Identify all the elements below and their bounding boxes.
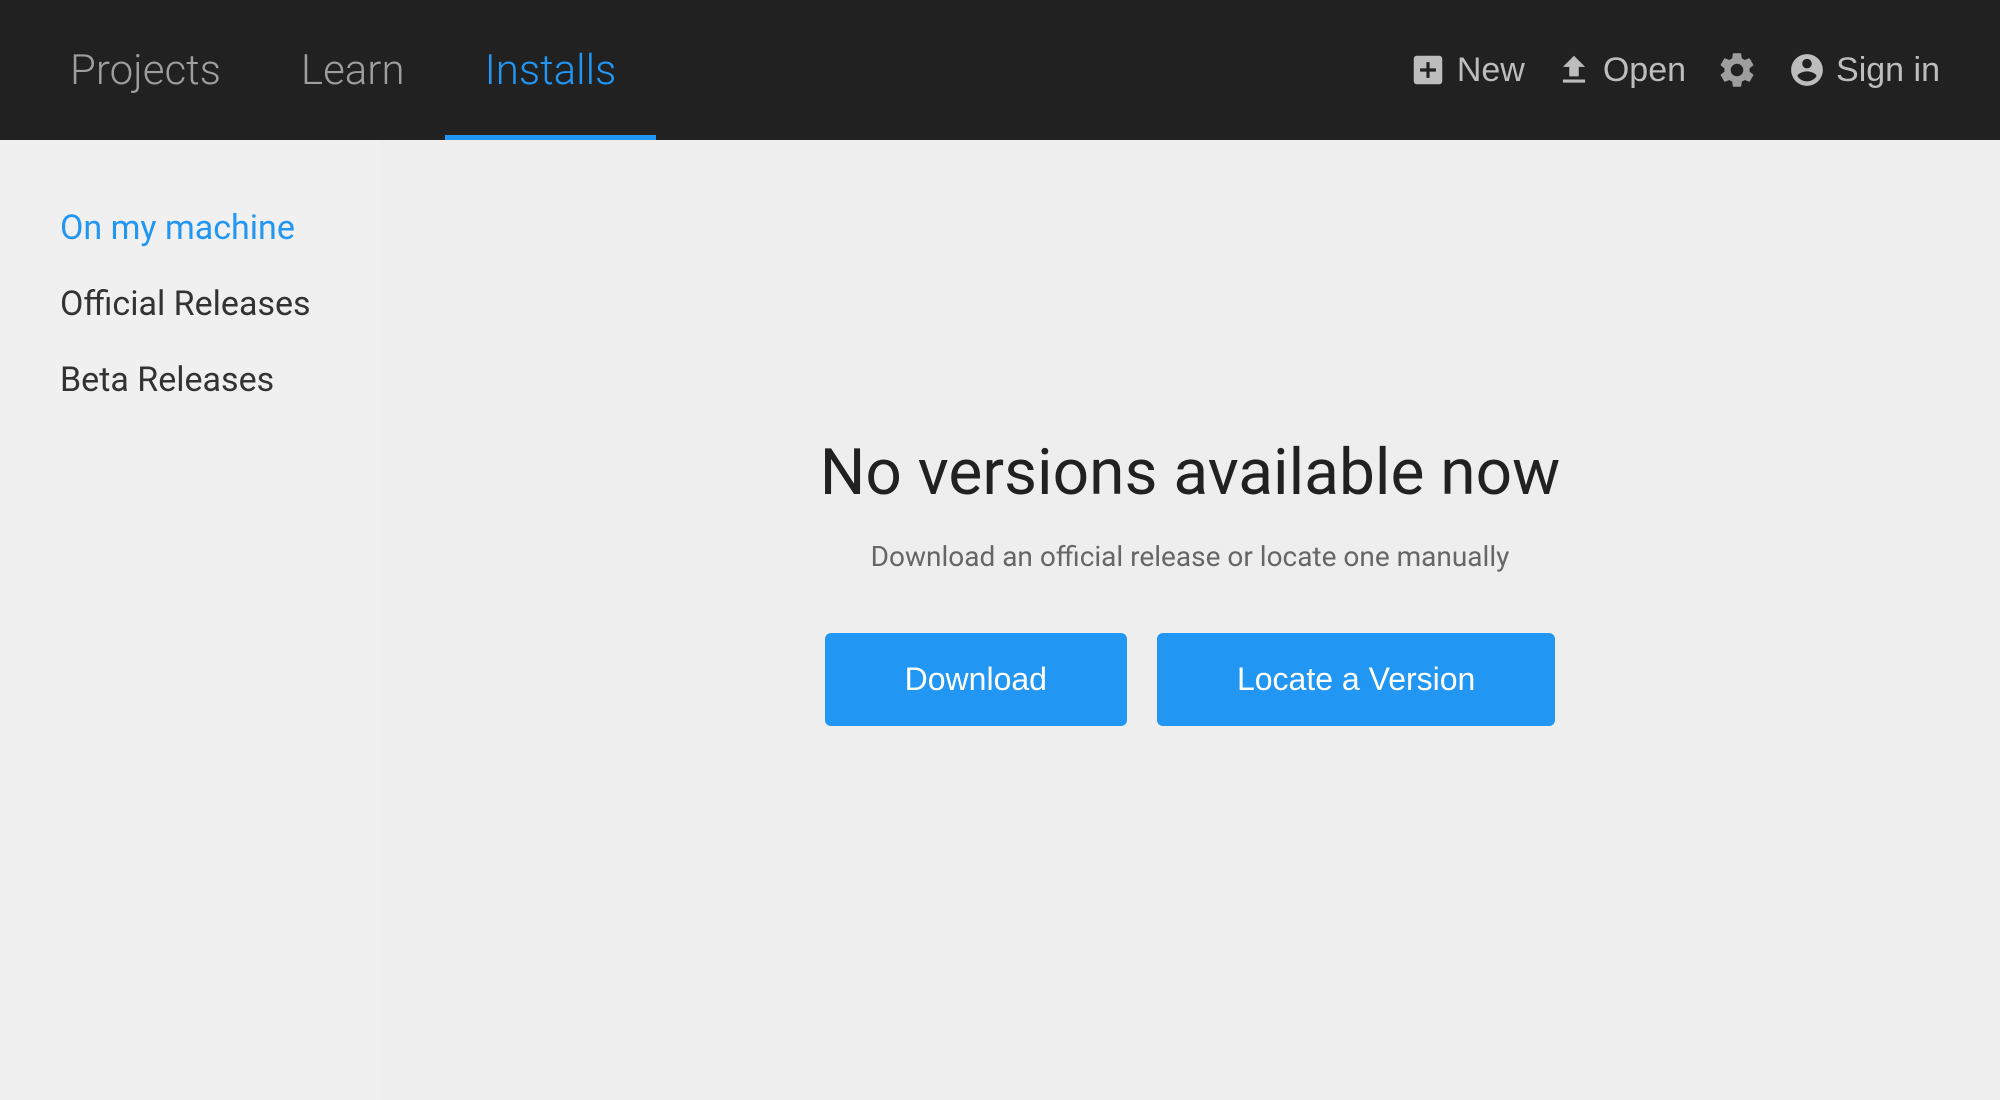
signin-button[interactable]: Sign in <box>1788 51 1940 90</box>
download-button[interactable]: Download <box>825 633 1127 726</box>
sidebar: On my machine Official Releases Beta Rel… <box>0 140 380 1100</box>
main-nav: Projects Learn Installs <box>60 0 1409 140</box>
main-content: No versions available now Download an of… <box>380 140 2000 1100</box>
new-icon <box>1409 51 1447 89</box>
sidebar-item-beta-releases[interactable]: Beta Releases <box>60 342 320 418</box>
signin-label: Sign in <box>1836 51 1940 90</box>
sidebar-item-on-my-machine[interactable]: On my machine <box>60 190 320 266</box>
nav-projects[interactable]: Projects <box>60 0 261 140</box>
account-icon <box>1788 51 1826 89</box>
header: Projects Learn Installs New Open Sign in <box>0 0 2000 140</box>
sidebar-item-official-releases[interactable]: Official Releases <box>60 266 320 342</box>
open-label: Open <box>1603 51 1686 90</box>
open-icon <box>1555 51 1593 89</box>
new-label: New <box>1457 51 1525 90</box>
new-button[interactable]: New <box>1409 51 1525 90</box>
action-buttons: Download Locate a Version <box>825 633 1556 726</box>
settings-button[interactable] <box>1716 49 1758 91</box>
gear-icon <box>1716 49 1758 91</box>
nav-installs[interactable]: Installs <box>445 0 657 140</box>
empty-state-title: No versions available now <box>820 435 1560 510</box>
open-button[interactable]: Open <box>1555 51 1686 90</box>
locate-version-button[interactable]: Locate a Version <box>1157 633 1555 726</box>
header-actions: New Open Sign in <box>1409 49 1940 91</box>
empty-state-subtitle: Download an official release or locate o… <box>871 540 1510 573</box>
nav-learn[interactable]: Learn <box>261 0 445 140</box>
main-layout: On my machine Official Releases Beta Rel… <box>0 140 2000 1100</box>
